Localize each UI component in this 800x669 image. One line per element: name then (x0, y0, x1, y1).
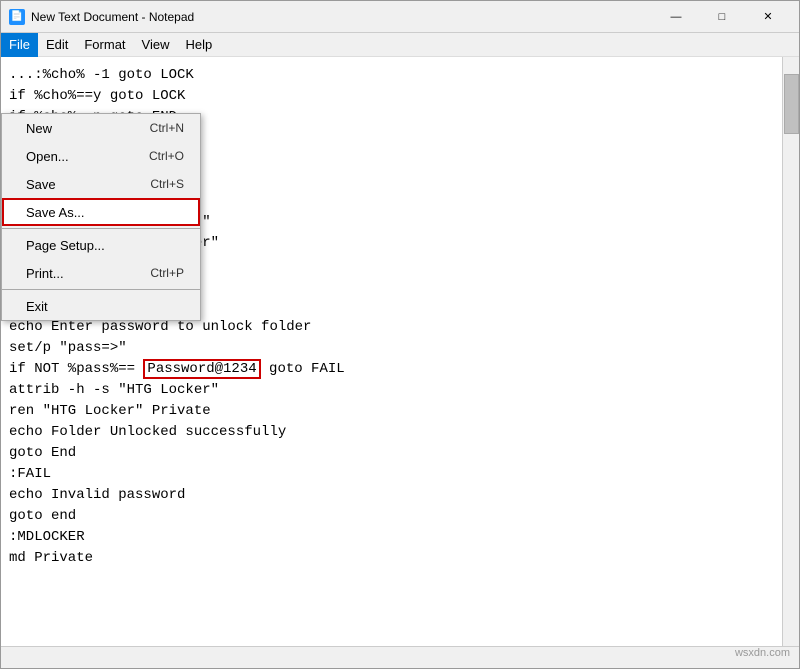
editor-area: ...:%cho% -1 goto LOCK if %cho%==y goto … (1, 57, 799, 646)
app-icon: 📄 (9, 9, 25, 25)
maximize-button[interactable]: □ (699, 1, 745, 33)
close-button[interactable]: ✕ (745, 1, 791, 33)
exit-label: Exit (26, 299, 48, 314)
open-shortcut: Ctrl+O (149, 149, 184, 163)
menu-edit[interactable]: Edit (38, 33, 76, 57)
notepad-window: 📄 New Text Document - Notepad — □ ✕ File… (0, 0, 800, 669)
page-setup-label: Page Setup... (26, 238, 105, 253)
save-label: Save (26, 177, 56, 192)
separator-1 (2, 228, 200, 229)
menu-item-open[interactable]: Open... Ctrl+O (2, 142, 200, 170)
menu-item-new[interactable]: New Ctrl+N (2, 114, 200, 142)
save-as-label: Save As... (26, 205, 85, 220)
menu-format[interactable]: Format (76, 33, 133, 57)
open-label: Open... (26, 149, 69, 164)
menu-view[interactable]: View (134, 33, 178, 57)
window-title: New Text Document - Notepad (31, 10, 653, 24)
new-shortcut: Ctrl+N (150, 121, 184, 135)
title-bar: 📄 New Text Document - Notepad — □ ✕ (1, 1, 799, 33)
vertical-scrollbar[interactable] (782, 57, 799, 646)
scrollbar-thumb[interactable] (784, 74, 799, 134)
new-label: New (26, 121, 52, 136)
menu-item-exit[interactable]: Exit (2, 292, 200, 320)
menu-help[interactable]: Help (177, 33, 220, 57)
password-highlight: Password@1234 (143, 359, 260, 379)
watermark: wsxdn.com (735, 647, 790, 659)
minimize-button[interactable]: — (653, 1, 699, 33)
menu-bar: File Edit Format View Help (1, 33, 799, 57)
menu-file[interactable]: File (1, 33, 38, 57)
separator-2 (2, 289, 200, 290)
print-label: Print... (26, 266, 64, 281)
status-bar (1, 646, 799, 668)
menu-item-page-setup[interactable]: Page Setup... (2, 231, 200, 259)
menu-item-save[interactable]: Save Ctrl+S (2, 170, 200, 198)
save-shortcut: Ctrl+S (150, 177, 184, 191)
window-controls: — □ ✕ (653, 1, 791, 33)
menu-item-print[interactable]: Print... Ctrl+P (2, 259, 200, 287)
menu-item-save-as[interactable]: Save As... (2, 198, 200, 226)
file-dropdown-menu: New Ctrl+N Open... Ctrl+O Save Ctrl+S Sa… (1, 113, 201, 321)
print-shortcut: Ctrl+P (150, 266, 184, 280)
